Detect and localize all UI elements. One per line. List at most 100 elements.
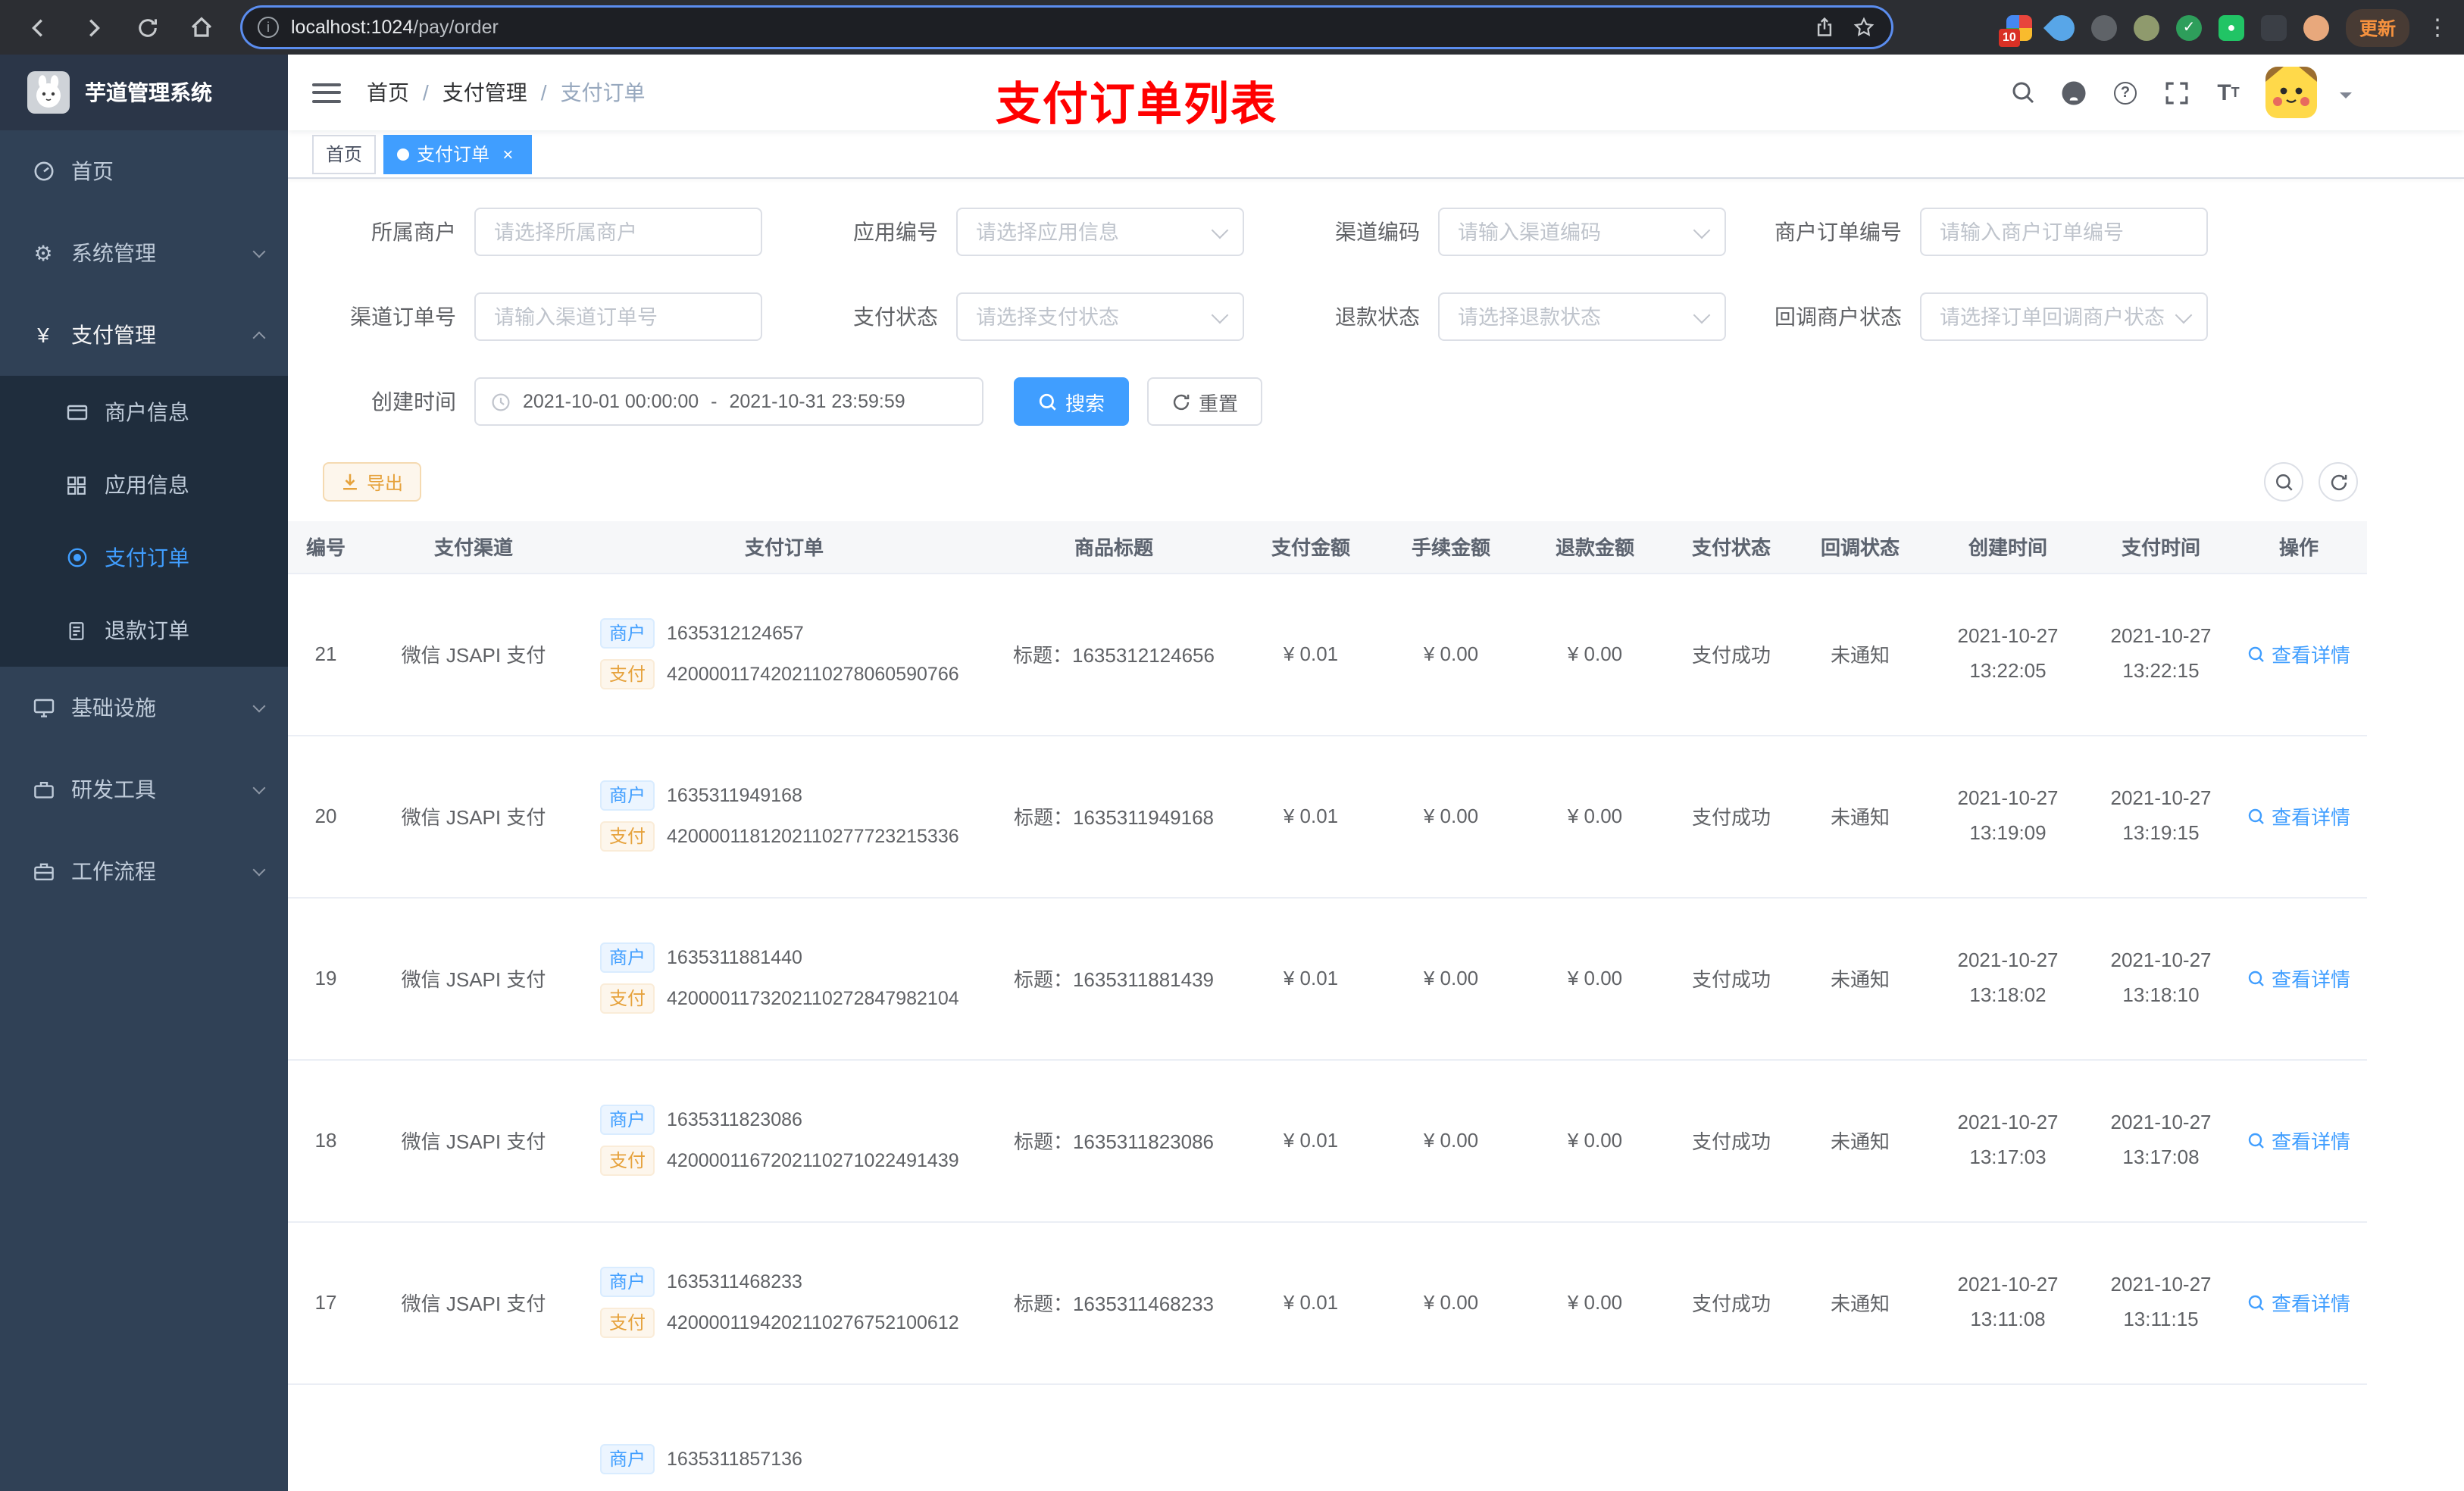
created-date: 2021-10-27 <box>1957 786 2059 810</box>
tab-home[interactable]: 首页 <box>312 134 377 173</box>
view-detail-link[interactable]: 查看详情 <box>2247 802 2350 830</box>
tab-pay-order[interactable]: 支付订单 <box>383 134 533 173</box>
help-icon[interactable]: ? <box>2111 78 2140 107</box>
share-icon[interactable] <box>1812 15 1837 39</box>
cell-actions <box>2231 1383 2367 1491</box>
extension-icon[interactable] <box>2133 14 2159 40</box>
sidebar-item-infrastructure[interactable]: 基础设施 <box>0 667 288 749</box>
cell-notify-status <box>1796 1383 1925 1491</box>
search-button[interactable]: 搜索 <box>1014 377 1130 426</box>
filter-field[interactable] <box>1438 292 1726 341</box>
table-row[interactable]: 17 微信 JSAPI 支付 商户 1635311468233 支付 42000… <box>288 1221 2367 1384</box>
table-header-row: 编号 支付渠道 支付订单 商品标题 支付金额 手续金额 退款金额 支付状态 回调状态 创建时间 支付… <box>288 521 2367 574</box>
sidebar-item-merchant-info[interactable]: 商户信息 <box>0 376 288 449</box>
avatar-caret-icon[interactable] <box>2340 92 2352 104</box>
fullscreen-icon[interactable] <box>2162 78 2191 107</box>
extension-icon[interactable]: 10 <box>1998 14 2032 46</box>
filter-input[interactable] <box>476 209 761 255</box>
view-detail-link[interactable]: 查看详情 <box>2247 964 2350 992</box>
site-info-icon[interactable]: i <box>258 17 279 38</box>
browser-profile-avatar[interactable] <box>2303 14 2329 40</box>
url-text: localhost:1024/pay/order <box>291 17 1797 38</box>
view-detail-link[interactable]: 查看详情 <box>2247 1126 2350 1155</box>
pay-tag: 支付 <box>600 659 655 689</box>
export-button[interactable]: 导出 <box>323 462 422 502</box>
channel-order-no: 4200001173202110272847982104 <box>667 988 959 1009</box>
sidebar-item-home[interactable]: 首页 <box>0 130 288 212</box>
filter-field[interactable] <box>956 292 1244 341</box>
browser-menu-icon[interactable]: ⋮ <box>2426 14 2449 41</box>
search-button-label: 搜索 <box>1065 392 1105 414</box>
forward-icon[interactable] <box>79 14 106 41</box>
filter-field[interactable] <box>474 208 762 256</box>
toggle-search-icon[interactable] <box>2264 462 2303 502</box>
sidebar-item-app-info[interactable]: 应用信息 <box>0 449 288 521</box>
github-icon[interactable] <box>2059 78 2088 107</box>
cell-id <box>288 1383 364 1491</box>
home-icon[interactable] <box>188 14 215 41</box>
sidebar-item-workflow[interactable]: 工作流程 <box>0 830 288 912</box>
filter-input[interactable] <box>476 294 761 339</box>
chevron-up-icon <box>252 330 266 344</box>
font-size-icon[interactable]: TT <box>2214 78 2243 107</box>
extension-check-icon[interactable]: ✓ <box>2175 14 2202 40</box>
back-icon[interactable] <box>24 14 52 41</box>
date-end[interactable]: 2021-10-31 23:59:59 <box>730 391 905 412</box>
filter-field[interactable] <box>1920 208 2208 256</box>
created-clock: 13:18:02 <box>1969 983 2047 1005</box>
search-icon[interactable] <box>2008 78 2037 107</box>
pay-date: 2021-10-27 <box>2110 786 2212 810</box>
date-range-picker[interactable]: 2021-10-01 00:00:00 - 2021-10-31 23:59:5… <box>474 377 983 426</box>
sidebar-item-payment[interactable]: ¥ 支付管理 <box>0 294 288 376</box>
sidebar-item-system[interactable]: ⚙ 系统管理 <box>0 212 288 294</box>
sidebar-item-pay-order[interactable]: 支付订单 <box>0 521 288 594</box>
date-start[interactable]: 2021-10-01 00:00:00 <box>523 391 699 412</box>
bookmark-star-icon[interactable] <box>1852 15 1876 39</box>
filter-input[interactable] <box>958 294 1243 339</box>
address-bar[interactable]: i localhost:1024/pay/order <box>242 8 1891 47</box>
filter-field[interactable] <box>956 208 1244 256</box>
extension-icon[interactable] <box>2090 14 2117 40</box>
yen-icon: ¥ <box>37 323 49 347</box>
merchant-order-no: 1635311468233 <box>667 1271 802 1293</box>
hamburger-icon[interactable] <box>312 83 341 102</box>
filter-field[interactable] <box>474 292 762 341</box>
filter-field[interactable] <box>1438 208 1726 256</box>
sidebar-item-dev-tools[interactable]: 研发工具 <box>0 749 288 830</box>
extension-drop-icon[interactable] <box>2043 8 2081 46</box>
table-row[interactable]: 18 微信 JSAPI 支付 商户 1635311823086 支付 42000… <box>288 1059 2367 1222</box>
filter-label: 支付状态 <box>853 305 938 329</box>
cell-channel <box>364 1383 583 1491</box>
table-row[interactable]: 商户 1635311857136 <box>288 1383 2367 1491</box>
filter-input[interactable] <box>1440 294 1724 339</box>
tab-close-icon[interactable] <box>497 143 518 164</box>
extension-chat-icon[interactable]: ● <box>2218 14 2244 40</box>
table-row[interactable]: 19 微信 JSAPI 支付 商户 1635311881440 支付 42000… <box>288 897 2367 1060</box>
filter-field[interactable] <box>1920 292 2208 341</box>
extension-icon[interactable] <box>2260 14 2287 40</box>
user-avatar[interactable] <box>2265 67 2317 118</box>
breadcrumb-home[interactable]: 首页 <box>367 77 409 108</box>
filter-input[interactable] <box>1921 209 2206 255</box>
filter-input[interactable] <box>1440 209 1724 255</box>
cell-pay-status: 支付成功 <box>1667 897 1796 1060</box>
reload-icon[interactable] <box>133 14 161 41</box>
table-row[interactable]: 20 微信 JSAPI 支付 商户 1635311949168 支付 42000… <box>288 735 2367 898</box>
cell-refund-amount: ¥ 0.00 <box>1523 573 1667 736</box>
view-detail-link[interactable]: 查看详情 <box>2247 639 2350 668</box>
cell-created-time: 2021-10-27 13:18:02 <box>1925 897 2091 1060</box>
breadcrumb-pay-management[interactable]: 支付管理 <box>442 77 527 108</box>
chrome-update-button[interactable]: 更新 <box>2345 8 2409 46</box>
merchant-tag: 商户 <box>600 1267 655 1297</box>
table-header-cell: 支付渠道 <box>364 521 583 574</box>
cell-actions: 查看详情 <box>2231 1221 2367 1384</box>
table-row[interactable]: 21 微信 JSAPI 支付 商户 1635312124657 支付 42000… <box>288 573 2367 736</box>
filter-input[interactable] <box>1921 294 2206 339</box>
view-detail-link[interactable]: 查看详情 <box>2247 1288 2350 1317</box>
sidebar-item-refund-order[interactable]: 退款订单 <box>0 594 288 667</box>
filter-input[interactable] <box>958 209 1243 255</box>
reset-button[interactable]: 重置 <box>1147 377 1263 426</box>
chevron-down-icon <box>252 780 266 794</box>
payment-submenu: 商户信息 应用信息 支付订单 退款订单 <box>0 376 288 667</box>
refresh-table-icon[interactable] <box>2319 462 2358 502</box>
